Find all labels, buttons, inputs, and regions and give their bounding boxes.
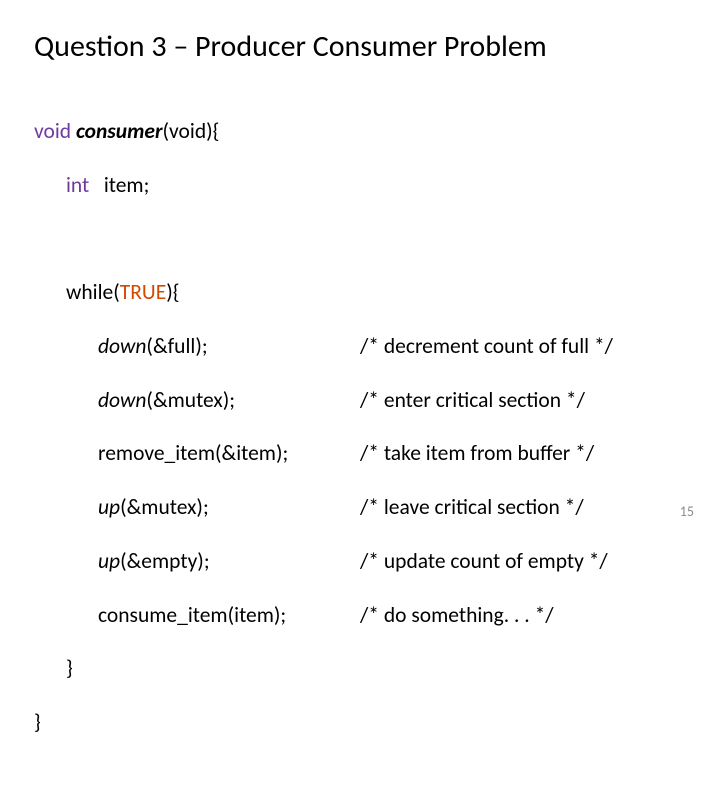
while-post: ){ (166, 279, 179, 305)
args-down-full: (&full); (146, 333, 207, 359)
function-name: consumer (76, 118, 163, 144)
comment-5: /* do something. . . */ (360, 602, 554, 629)
code-block: void consumer(void){ int item; while(TRU… (34, 91, 686, 790)
close-brace-inner: } (66, 655, 73, 681)
call-remove-item: remove_item (98, 440, 215, 466)
while-pre: while( (66, 279, 120, 305)
args-up-empty: (&empty); (120, 548, 209, 574)
comment-1: /* enter critical section */ (360, 387, 585, 414)
call-down-full: down (98, 333, 146, 359)
slide: Question 3 – Producer Consumer Problem v… (0, 0, 720, 540)
call-up-mutex: up (98, 494, 120, 520)
page-number: 15 (680, 503, 694, 520)
call-up-empty: up (98, 548, 120, 574)
args-down-mutex: (&mutex); (146, 387, 235, 413)
keyword-int: int (66, 172, 89, 198)
comment-0: /* decrement count of full */ (360, 333, 613, 360)
comment-2: /* take item from buffer */ (360, 440, 594, 467)
keyword-void: void (34, 118, 71, 144)
decl-item: item; (89, 172, 149, 198)
true-literal: TRUE (120, 279, 166, 305)
args-consume-item: (item); (228, 602, 287, 628)
comment-3: /* leave critical section */ (360, 494, 584, 521)
args-remove-item: (&item); (215, 440, 288, 466)
args-up-mutex: (&mutex); (120, 494, 209, 520)
args: (void){ (163, 118, 220, 144)
comment-4: /* update count of empty */ (360, 548, 608, 575)
slide-title: Question 3 – Producer Consumer Problem (34, 28, 686, 65)
call-consume-item: consume_item (98, 602, 228, 628)
close-brace-outer: } (34, 709, 41, 735)
call-down-mutex: down (98, 387, 146, 413)
